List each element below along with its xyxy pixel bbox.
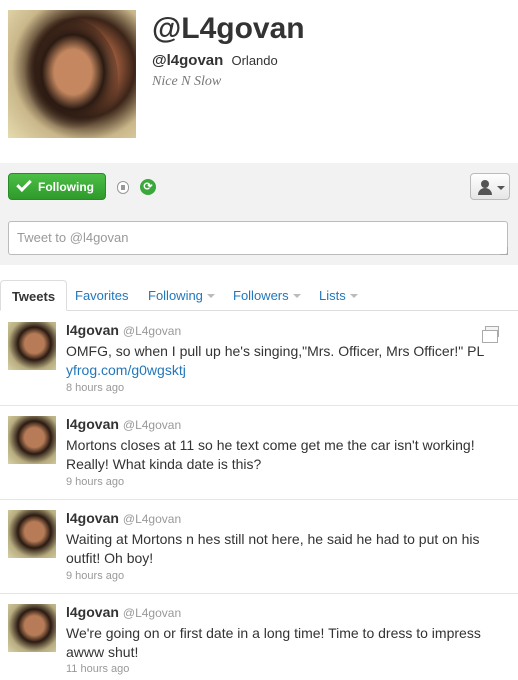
screen-name-row: @l4govan Orlando xyxy=(152,52,278,69)
tweet-item[interactable]: l4govan @L4govan Waiting at Mortons n hes… xyxy=(0,500,518,594)
tweet-item[interactable]: l4govan @L4govan OMFG, so when I pull up … xyxy=(0,312,518,406)
tweet-input[interactable]: Tweet to @l4govan xyxy=(8,221,508,255)
tweet-handle: @L4govan xyxy=(122,418,182,432)
tweet-avatar[interactable] xyxy=(8,604,56,652)
user-menu-button[interactable] xyxy=(470,173,510,200)
tweet-avatar[interactable] xyxy=(8,416,56,464)
screen-name: @l4govan xyxy=(152,52,224,69)
tab-followers[interactable]: Followers xyxy=(233,280,301,311)
tab-label: Followers xyxy=(233,288,289,303)
tweet-time[interactable]: 9 hours ago xyxy=(66,570,124,582)
avatar-photo xyxy=(18,18,118,138)
chevron-down-icon xyxy=(206,294,215,302)
tab-label: Following xyxy=(148,288,203,303)
tweet-avatar[interactable] xyxy=(8,510,56,558)
tab-favorites[interactable]: Favorites xyxy=(75,280,128,311)
tweet-time[interactable]: 11 hours ago xyxy=(66,663,129,675)
profile-avatar[interactable] xyxy=(8,10,136,138)
chevron-down-icon xyxy=(497,186,505,194)
profile-tabs: Tweets Favorites Following Followers Lis… xyxy=(0,280,518,311)
tweet-time[interactable]: 9 hours ago xyxy=(66,476,124,488)
person-icon-body xyxy=(478,188,492,195)
device-icon[interactable] xyxy=(117,181,129,194)
tweet-handle: @L4govan xyxy=(122,324,182,338)
tweet-time[interactable]: 8 hours ago xyxy=(66,382,124,394)
tab-following[interactable]: Following xyxy=(148,280,215,311)
tab-label: Favorites xyxy=(75,288,129,303)
following-label: Following xyxy=(38,179,94,194)
tweet-text: Waiting at Mortons n hes still not here,… xyxy=(66,531,480,566)
tweet-author[interactable]: l4govan @L4govan xyxy=(66,416,181,432)
location: Orlando xyxy=(231,53,278,68)
tweet-author[interactable]: l4govan @L4govan xyxy=(66,604,181,620)
tweet-text: OMFG, so when I pull up he's singing,"Mr… xyxy=(66,342,510,380)
tweet-text: Mortons closes at 11 so he text come get… xyxy=(66,437,475,472)
tab-tweets[interactable]: Tweets xyxy=(0,280,67,311)
tweet-author-name: l4govan xyxy=(66,322,119,338)
tweet-composer: Tweet to @l4govan xyxy=(0,211,518,265)
tweet-author[interactable]: l4govan @L4govan xyxy=(66,510,181,526)
tab-lists[interactable]: Lists xyxy=(319,280,358,311)
following-button[interactable]: Following xyxy=(8,173,106,200)
action-bar: Following ⟳ xyxy=(0,163,518,211)
tweet-author-name: l4govan xyxy=(66,510,119,526)
check-icon xyxy=(16,175,32,192)
tweet-body: OMFG, so when I pull up he's singing,"Mr… xyxy=(66,343,485,359)
profile-title: @L4govan xyxy=(152,12,305,45)
bio: Nice N Slow xyxy=(152,74,222,89)
resize-grip-icon[interactable] xyxy=(500,247,508,255)
chevron-down-icon xyxy=(349,294,358,302)
media-icon[interactable] xyxy=(482,326,499,343)
tab-label: Lists xyxy=(319,288,346,303)
tweet-author-name: l4govan xyxy=(66,604,119,620)
profile-header: @L4govan @l4govan Orlando Nice N Slow xyxy=(0,0,518,160)
chevron-down-icon xyxy=(292,294,301,302)
tweet-handle: @L4govan xyxy=(122,606,182,620)
person-icon xyxy=(481,180,489,188)
retweet-icon[interactable]: ⟳ xyxy=(140,179,156,195)
tweet-item[interactable]: l4govan @L4govan We're going on or first … xyxy=(0,594,518,680)
tweet-author[interactable]: l4govan @L4govan xyxy=(66,322,181,338)
tweet-text: We're going on or first date in a long t… xyxy=(66,625,481,660)
tweet-handle: @L4govan xyxy=(122,512,182,526)
tweet-author-name: l4govan xyxy=(66,416,119,432)
tweet-avatar[interactable] xyxy=(8,322,56,370)
tweet-link[interactable]: yfrog.com/g0wgsktj xyxy=(66,362,186,378)
tweet-item[interactable]: l4govan @L4govan Mortons closes at 11 so … xyxy=(0,406,518,500)
